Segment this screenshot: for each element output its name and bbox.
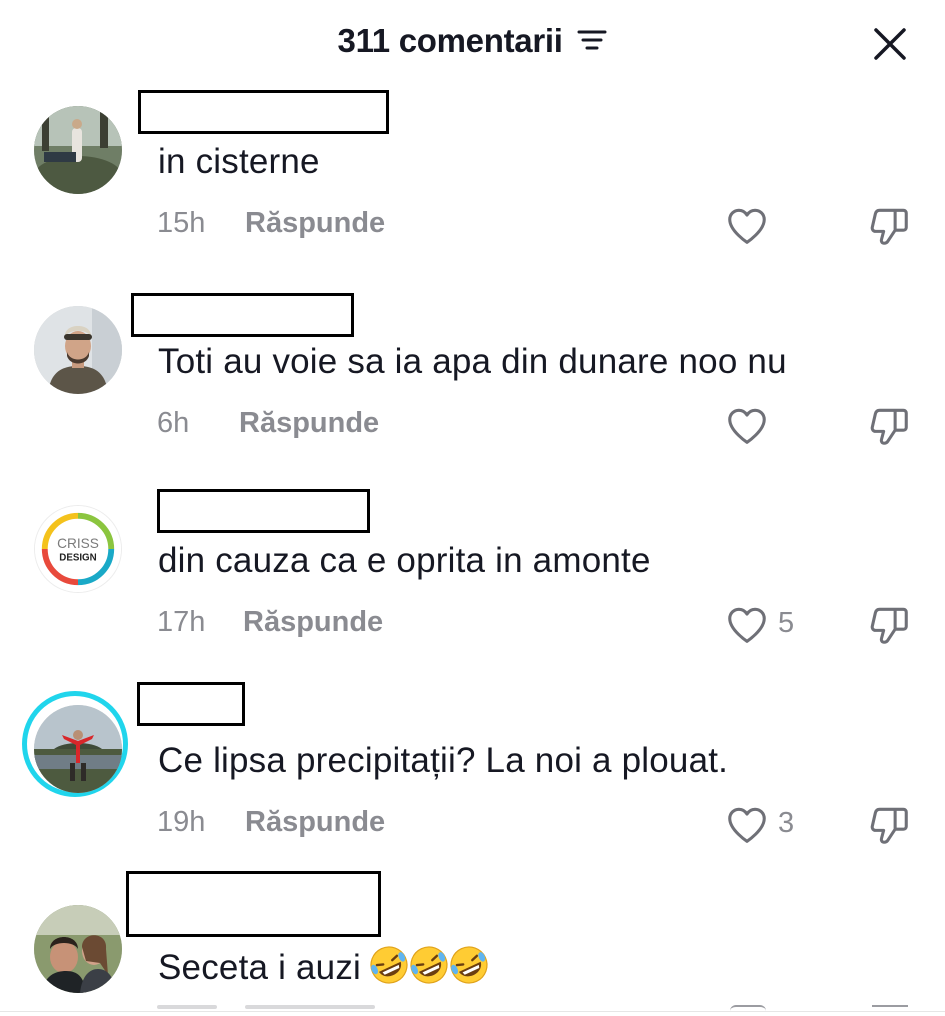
comment-item: Seceta i auzi <box>0 871 945 1016</box>
close-icon[interactable] <box>870 24 910 64</box>
comment-count-label: 311 comentarii <box>337 22 563 59</box>
comment-item: in cisterne 15h Răspunde <box>0 90 945 285</box>
comment-item: CRISS DESIGN din cauza ca e oprita in am… <box>0 489 945 684</box>
username-redacted <box>126 871 381 937</box>
username-redacted <box>138 90 389 134</box>
reply-button[interactable]: Răspunde <box>239 407 379 440</box>
comment-time: 6h <box>157 407 190 439</box>
comment-text: Seceta i auzi <box>158 943 491 996</box>
comment-text: Toti au voie sa ia apa din dunare noo nu <box>158 342 787 381</box>
comment-text: Ce lipsa precipitații? La noi a plouat. <box>158 741 729 780</box>
avatar-logo-line2: DESIGN <box>59 553 96 564</box>
comment-item: Ce lipsa precipitații? La noi a plouat. … <box>0 682 945 877</box>
avatar[interactable] <box>34 106 122 194</box>
reply-button[interactable]: Răspunde <box>245 207 385 240</box>
avatar[interactable] <box>34 905 122 993</box>
rolling-laughing-emoji-icon <box>410 946 448 984</box>
username-redacted <box>131 293 354 337</box>
dislike-icon[interactable] <box>866 203 912 249</box>
rolling-laughing-emoji-icon <box>370 946 408 984</box>
rolling-laughing-emoji-icon <box>450 946 488 984</box>
like-count: 5 <box>778 607 795 639</box>
avatar[interactable]: CRISS DESIGN <box>34 505 122 593</box>
heart-icon[interactable] <box>724 203 770 249</box>
rolling-laughing-emoji-group <box>367 943 491 996</box>
dislike-icon[interactable] <box>866 602 912 648</box>
comment-text-content: Seceta i auzi <box>158 947 361 987</box>
comment-time: 15h <box>157 207 206 239</box>
reply-button[interactable]: Răspunde <box>245 806 385 839</box>
comment-time: 19h <box>157 806 206 838</box>
sort-filter-icon[interactable] <box>577 22 607 60</box>
bottom-divider <box>0 1011 945 1012</box>
heart-icon[interactable] <box>724 602 770 648</box>
avatar[interactable] <box>34 705 122 793</box>
username-redacted <box>157 489 370 533</box>
reply-button[interactable]: Răspunde <box>243 606 383 639</box>
comment-time: 17h <box>157 606 206 638</box>
like-count: 3 <box>778 807 795 839</box>
avatar-logo-line1: CRISS <box>57 536 99 551</box>
avatar[interactable] <box>34 306 122 394</box>
comments-title: 311 comentarii <box>0 22 945 60</box>
dislike-icon[interactable] <box>866 403 912 449</box>
heart-icon[interactable] <box>724 802 770 848</box>
comments-header: 311 comentarii <box>0 0 945 90</box>
comment-item: Toti au voie sa ia apa din dunare noo nu… <box>0 293 945 488</box>
dislike-icon[interactable] <box>866 802 912 848</box>
comment-text: in cisterne <box>158 142 320 181</box>
comment-text: din cauza ca e oprita in amonte <box>158 541 651 580</box>
heart-icon[interactable] <box>724 403 770 449</box>
username-redacted <box>137 682 245 726</box>
